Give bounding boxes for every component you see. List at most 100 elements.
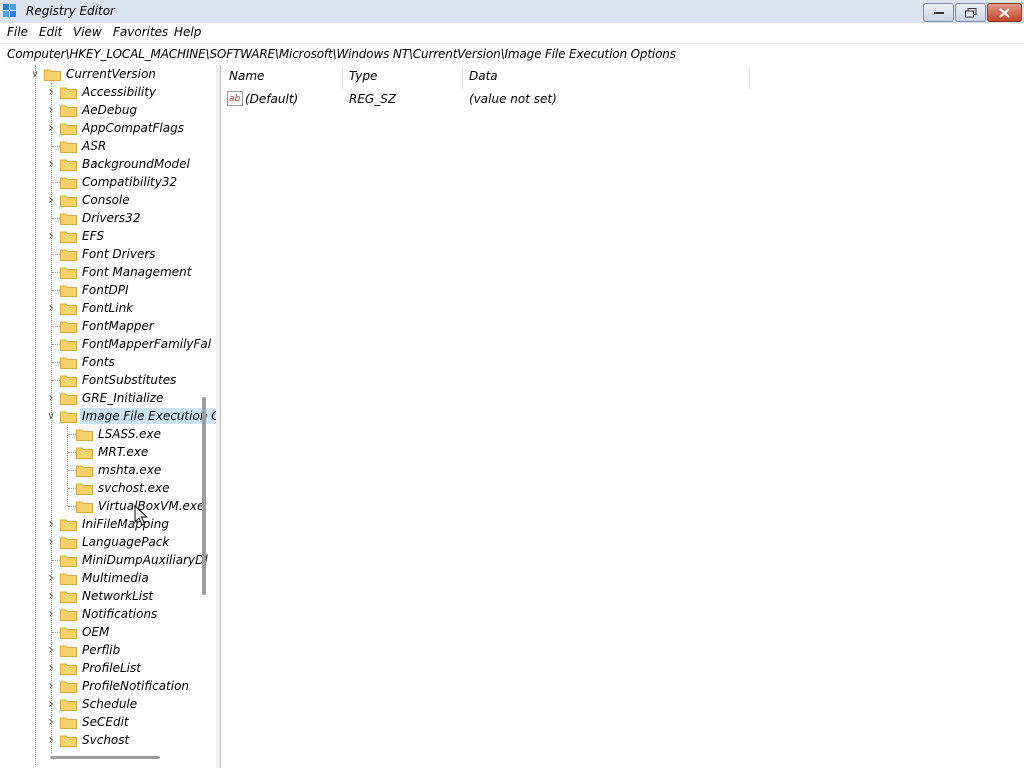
tree-item-currentversion[interactable]: ∨ CurrentVersion bbox=[30, 65, 156, 83]
tree-item-label: AeDebug bbox=[82, 103, 138, 117]
folder-icon bbox=[60, 627, 77, 639]
tree-item[interactable]: › IniFileMapping bbox=[46, 515, 169, 533]
menu-help[interactable]: Help bbox=[174, 25, 201, 39]
tree-item[interactable]: › ProfileList bbox=[46, 659, 141, 677]
minimize-button[interactable] bbox=[923, 3, 954, 22]
tree-item[interactable]: mshta.exe bbox=[62, 461, 161, 479]
tree-item-label: CurrentVersion bbox=[66, 67, 156, 81]
tree-item[interactable]: › Multimedia bbox=[46, 569, 149, 587]
tree-item[interactable]: › NetworkList bbox=[46, 587, 153, 605]
menu-file[interactable]: File bbox=[7, 25, 28, 39]
column-divider[interactable] bbox=[749, 67, 750, 89]
values-list[interactable]: Name Type Data ab (Default) REG_SZ (valu… bbox=[220, 65, 1024, 768]
tree-item-label: AppCompatFlags bbox=[82, 121, 184, 135]
tree-item[interactable]: Drivers32 bbox=[46, 209, 140, 227]
registry-tree[interactable]: ∨ CurrentVersion › Accessibility › AeDebug ›… bbox=[0, 65, 217, 768]
menu-view[interactable]: View bbox=[73, 25, 102, 39]
column-header-data[interactable]: Data bbox=[469, 69, 498, 87]
tree-item[interactable]: ∨ Image File Execution C bbox=[46, 407, 216, 425]
folder-icon bbox=[60, 645, 77, 657]
value-row[interactable]: ab (Default) REG_SZ (value not set) bbox=[227, 91, 747, 109]
tree-item[interactable]: FontDPI bbox=[46, 281, 129, 299]
close-button[interactable] bbox=[987, 3, 1022, 22]
folder-icon bbox=[60, 375, 77, 387]
tree-item[interactable]: FontSubstitutes bbox=[46, 371, 176, 389]
tree-item[interactable]: FontMapper bbox=[46, 317, 154, 335]
tree-item-label: NetworkList bbox=[82, 589, 154, 603]
tree-item[interactable]: › ProfileNotification bbox=[46, 677, 189, 695]
column-header-name[interactable]: Name bbox=[229, 69, 264, 87]
tree-connector bbox=[52, 272, 60, 273]
value-type: REG_SZ bbox=[349, 92, 397, 106]
folder-icon bbox=[60, 357, 77, 369]
tree-connector bbox=[52, 632, 60, 633]
tree-item[interactable]: › Schedule bbox=[46, 695, 137, 713]
tree-item-label: Font Drivers bbox=[82, 247, 156, 261]
tree-item[interactable]: › GRE_Initialize bbox=[46, 389, 163, 407]
menu-favorites[interactable]: Favorites bbox=[113, 25, 168, 39]
tree-item[interactable]: MiniDumpAuxiliaryDl bbox=[46, 551, 208, 569]
tree-item[interactable]: › Svchost bbox=[46, 731, 129, 749]
restore-button[interactable] bbox=[955, 3, 986, 22]
tree-item-label: Fonts bbox=[82, 355, 115, 369]
folder-icon bbox=[60, 591, 77, 603]
column-header-type[interactable]: Type bbox=[349, 69, 377, 87]
tree-item[interactable]: Fonts bbox=[46, 353, 115, 371]
folder-icon bbox=[60, 519, 77, 531]
address-path[interactable]: Computer\HKEY_LOCAL_MACHINE\SOFTWARE\Mic… bbox=[7, 47, 676, 61]
tree-item-label: Compatibility32 bbox=[82, 175, 178, 189]
tree-item[interactable]: › BackgroundModel bbox=[46, 155, 190, 173]
tree-item[interactable]: OEM bbox=[46, 623, 109, 641]
value-data: (value not set) bbox=[469, 92, 557, 106]
tree-item[interactable]: ASR bbox=[46, 137, 106, 155]
tree-item[interactable]: › Perflib bbox=[46, 641, 120, 659]
folder-icon bbox=[60, 249, 77, 261]
tree-item[interactable]: › AppCompatFlags bbox=[46, 119, 184, 137]
tree-item[interactable]: › AeDebug bbox=[46, 101, 137, 119]
tree-item[interactable]: › Console bbox=[46, 191, 129, 209]
folder-icon bbox=[60, 573, 77, 585]
tree-horizontal-scrollbar[interactable] bbox=[50, 756, 160, 759]
folder-icon bbox=[60, 681, 77, 693]
tree-item[interactable]: › Notifications bbox=[46, 605, 157, 623]
title-bar[interactable]: Registry Editor bbox=[0, 0, 1024, 23]
address-bar[interactable]: Computer\HKEY_LOCAL_MACHINE\SOFTWARE\Mic… bbox=[0, 43, 1024, 66]
tree-item[interactable]: MRT.exe bbox=[62, 443, 148, 461]
tree-connector bbox=[52, 254, 60, 255]
tree-item[interactable]: › EFS bbox=[46, 227, 104, 245]
tree-item-label: MiniDumpAuxiliaryDl bbox=[82, 553, 208, 567]
tree-item-label: Multimedia bbox=[82, 571, 149, 585]
tree-item-label: Accessibility bbox=[82, 85, 157, 99]
tree-item-label: SeCEdit bbox=[82, 715, 129, 729]
folder-icon bbox=[60, 303, 77, 315]
folder-icon bbox=[44, 69, 61, 81]
restore-icon bbox=[964, 7, 976, 17]
tree-connector bbox=[52, 146, 60, 147]
menu-edit[interactable]: Edit bbox=[39, 25, 62, 39]
folder-icon bbox=[60, 231, 77, 243]
tree-item[interactable]: › Accessibility bbox=[46, 83, 156, 101]
folder-icon bbox=[60, 285, 77, 297]
tree-item[interactable]: › LanguagePack bbox=[46, 533, 169, 551]
tree-item-label: Image File Execution C bbox=[80, 408, 216, 424]
tree-item[interactable]: LSASS.exe bbox=[62, 425, 161, 443]
tree-item[interactable]: Font Drivers bbox=[46, 245, 156, 263]
tree-item[interactable]: FontMapperFamilyFal bbox=[46, 335, 211, 353]
tree-connector bbox=[52, 344, 60, 345]
column-divider[interactable] bbox=[342, 67, 343, 89]
tree-item[interactable]: svchost.exe bbox=[62, 479, 170, 497]
tree-item-label: FontDPI bbox=[82, 283, 129, 297]
tree-item[interactable]: › FontLink bbox=[46, 299, 133, 317]
tree-item-label: ASR bbox=[82, 139, 107, 153]
tree-vertical-scrollbar[interactable] bbox=[202, 397, 206, 595]
menu-bar: File Edit View Favorites Help bbox=[0, 23, 1024, 43]
tree-item-label: ProfileList bbox=[82, 661, 141, 675]
column-divider[interactable] bbox=[462, 67, 463, 89]
tree-item-label: LanguagePack bbox=[82, 535, 170, 549]
folder-icon bbox=[60, 609, 77, 621]
tree-item[interactable]: Compatibility32 bbox=[46, 173, 177, 191]
folder-icon bbox=[60, 699, 77, 711]
tree-item[interactable]: Font Management bbox=[46, 263, 191, 281]
tree-item[interactable]: › SeCEdit bbox=[46, 713, 129, 731]
window-title: Registry Editor bbox=[26, 4, 115, 18]
